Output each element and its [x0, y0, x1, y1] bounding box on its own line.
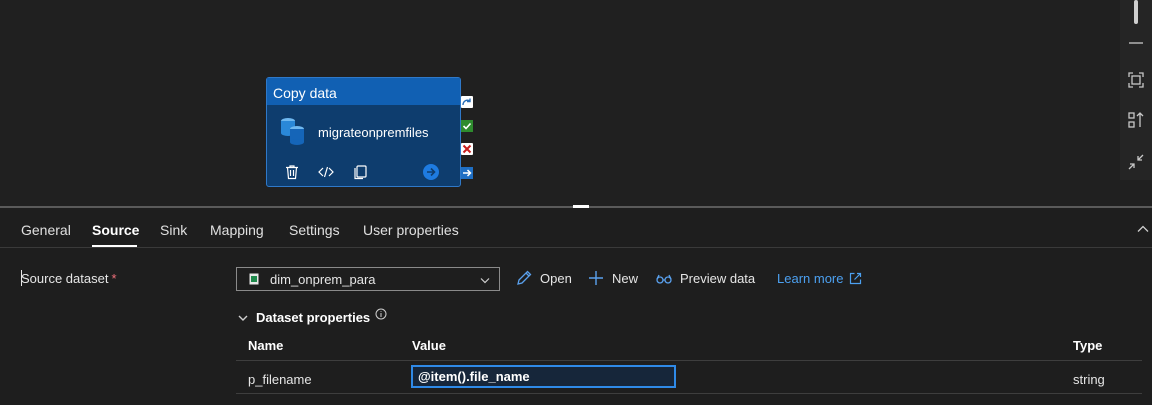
chevron-down-icon[interactable] — [479, 274, 491, 286]
required-marker: * — [111, 271, 117, 286]
source-dataset-select[interactable]: dim_onprem_para — [236, 267, 500, 291]
activity-type-label: Copy data — [267, 78, 460, 105]
new-button[interactable]: New — [587, 269, 638, 287]
pipeline-canvas[interactable]: Copy data migrateonpremfiles — [0, 0, 1152, 206]
param-value-input[interactable]: @item().file_name — [411, 365, 676, 388]
dataset-properties-title: Dataset properties — [256, 310, 371, 325]
source-dataset-label: Source dataset * — [21, 271, 117, 286]
success-handle-icon[interactable] — [461, 120, 473, 132]
go-icon[interactable] — [421, 162, 441, 182]
dataset-properties-table: Name Value Type p_filename @item().file_… — [236, 332, 1142, 394]
tab-sink[interactable]: Sink — [160, 222, 187, 238]
info-icon[interactable] — [375, 308, 387, 320]
collapse-arrows-icon[interactable] — [1124, 150, 1148, 174]
zoom-out-icon[interactable] — [1124, 28, 1148, 52]
column-header-type: Type — [1073, 338, 1103, 353]
text-cursor — [21, 270, 22, 286]
auto-align-icon[interactable] — [1124, 108, 1148, 132]
canvas-scrollbar[interactable] — [1134, 0, 1138, 24]
tab-source[interactable]: Source — [92, 222, 139, 238]
tab-user-properties[interactable]: User properties — [363, 222, 459, 238]
preview-data-button[interactable]: Preview data — [655, 269, 755, 287]
tab-bar: General Source Sink Mapping Settings Use… — [0, 208, 1152, 248]
properties-panel: General Source Sink Mapping Settings Use… — [0, 208, 1152, 405]
param-name: p_filename — [248, 372, 312, 387]
active-tab-indicator — [92, 245, 137, 247]
table-row: p_filename @item().file_name string — [236, 361, 1142, 394]
complete-handle-icon[interactable] — [461, 167, 473, 179]
copy-data-activity[interactable]: Copy data migrateonpremfiles — [266, 77, 461, 187]
learn-more-link[interactable]: Learn more — [777, 271, 862, 286]
fit-to-window-icon[interactable] — [1124, 68, 1148, 92]
dataset-properties-toggle[interactable]: Dataset properties — [237, 308, 387, 325]
dataset-icon — [249, 273, 259, 285]
column-header-name: Name — [248, 338, 284, 353]
copy-data-icon — [281, 118, 304, 145]
chevron-down-icon — [238, 315, 248, 321]
table-header: Name Value Type — [236, 332, 1142, 361]
pencil-icon — [517, 270, 532, 285]
delete-icon[interactable] — [282, 162, 302, 182]
param-type: string — [1073, 372, 1105, 387]
chevron-up-icon[interactable] — [1136, 222, 1150, 236]
glasses-icon — [656, 274, 672, 284]
source-dataset-value: dim_onprem_para — [270, 271, 376, 287]
tab-mapping[interactable]: Mapping — [210, 222, 264, 238]
open-button[interactable]: Open — [515, 269, 572, 287]
tab-settings[interactable]: Settings — [289, 222, 340, 238]
plus-icon — [589, 271, 603, 285]
external-link-icon — [850, 272, 862, 285]
activity-name: migrateonpremfiles — [318, 124, 429, 140]
clone-icon[interactable] — [350, 162, 370, 182]
code-icon[interactable] — [316, 162, 336, 182]
fail-handle-icon[interactable] — [461, 143, 473, 155]
tab-general[interactable]: General — [21, 222, 71, 238]
skip-handle-icon[interactable] — [461, 96, 473, 108]
column-header-value: Value — [412, 338, 446, 353]
